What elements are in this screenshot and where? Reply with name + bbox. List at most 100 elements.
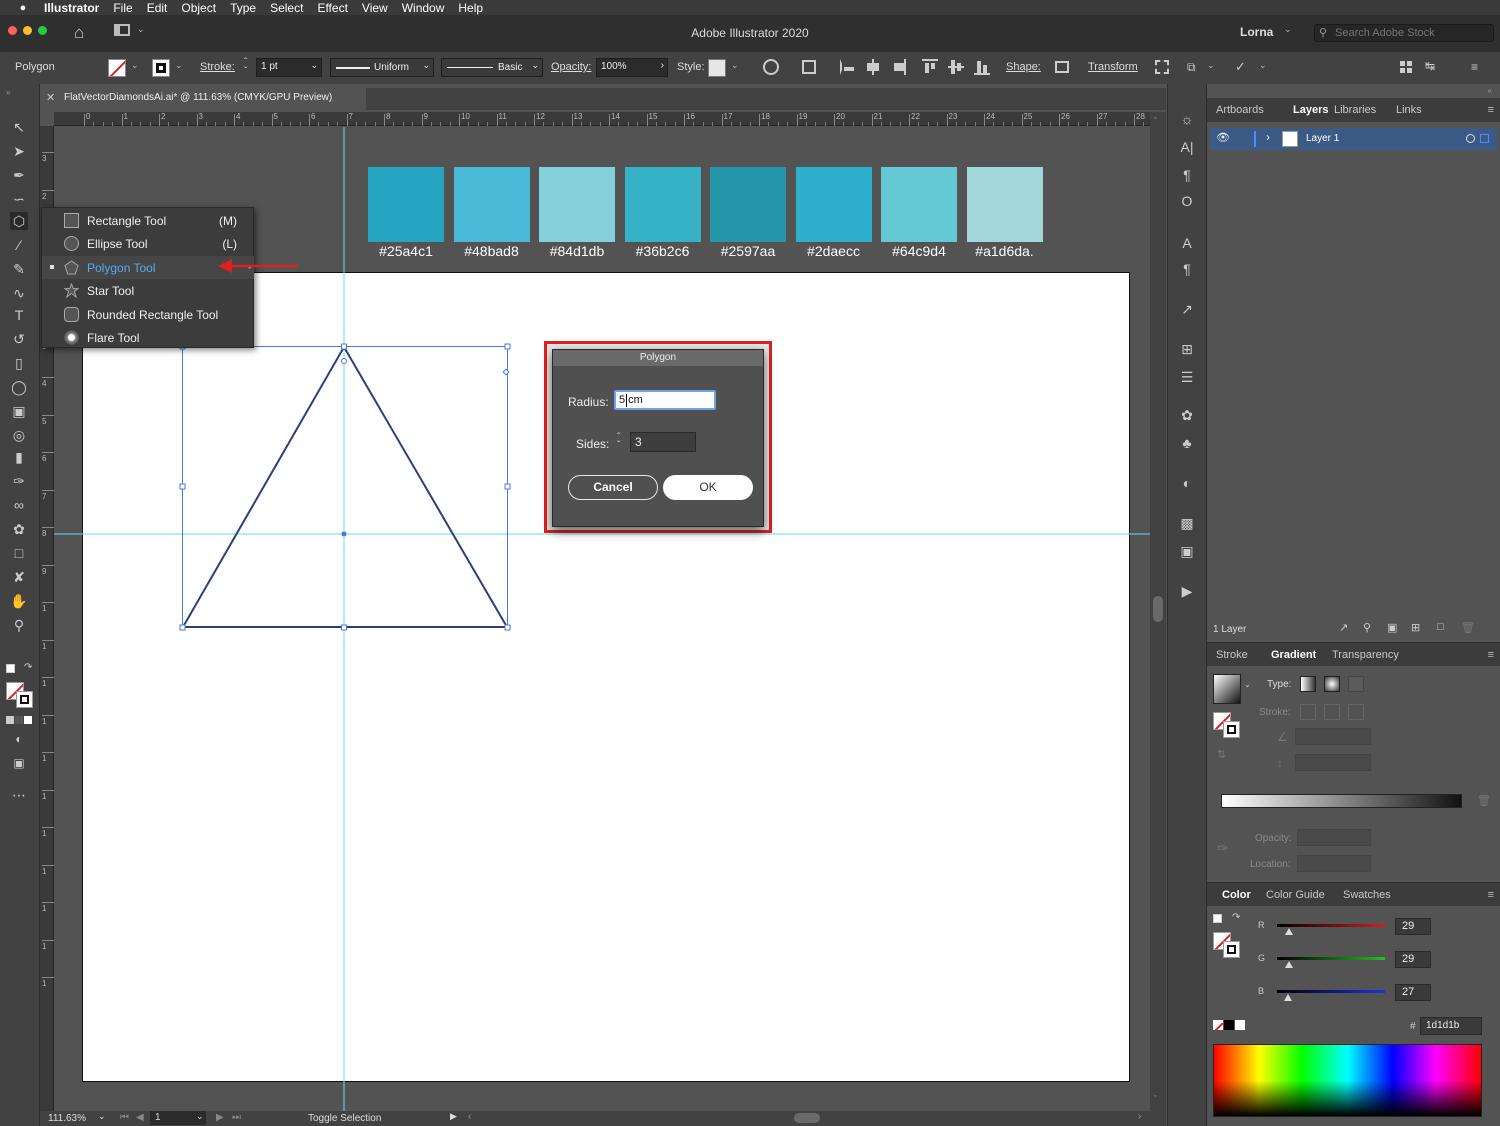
paragraph-styles-icon[interactable]: ¶ [1178,260,1196,278]
menu-edit[interactable]: Edit [147,1,168,15]
character-panel-icon[interactable]: A| [1178,138,1196,156]
shape-label[interactable]: Shape: [1006,61,1041,73]
lasso-tool-icon[interactable]: ◯ [10,378,28,396]
chevron-down-icon[interactable]: ⌄ [137,24,145,35]
last-artboard-icon[interactable]: ⏭ [232,1112,241,1123]
first-artboard-icon[interactable]: ⏮ [120,1112,129,1123]
tab-layers[interactable]: Layers [1293,104,1328,116]
tab-gradient[interactable]: Gradient [1271,649,1316,661]
appearance-panel-icon[interactable]: ☼ [1178,110,1196,128]
transform-label[interactable]: Transform [1088,61,1138,73]
close-icon[interactable]: ✕ [46,91,55,104]
tab-libraries[interactable]: Libraries [1334,104,1376,116]
stroke-weight-field[interactable]: 1 pt ⌄ [256,58,322,77]
eraser-tool-icon[interactable]: ▯ [10,354,28,372]
chevron-down-icon[interactable]: ⌄ [98,1111,106,1122]
apple-icon[interactable]: ● [16,2,30,14]
graphic-styles-icon[interactable]: ◐ [1178,474,1196,492]
horizontal-scroll-thumb[interactable] [794,1113,820,1123]
user-name[interactable]: Lorna [1240,25,1273,39]
opacity-label[interactable]: Opacity: [551,61,591,73]
draw-mode-icon[interactable]: ◐ [10,730,28,748]
chevron-down-icon[interactable]: ⌄ [131,60,139,71]
align-left-icon[interactable] [840,59,854,75]
minimize-window-button[interactable] [23,26,32,35]
selection-indicator[interactable] [1480,134,1489,143]
symbols-panel-icon[interactable]: ♣ [1178,434,1196,452]
shape-builder-tool-icon[interactable]: ◎ [10,426,28,444]
align-horizontal-center-icon[interactable] [866,59,880,75]
flyout-item-rounded-rectangle-tool[interactable]: Rounded Rectangle Tool [42,303,254,326]
chevron-down-icon[interactable]: ⌄ [731,60,739,71]
stroke-swatch[interactable] [1223,941,1240,958]
scroll-up-icon[interactable]: ˆ [1154,116,1157,126]
menu-help[interactable]: Help [458,1,483,15]
slider-thumb[interactable] [1285,928,1294,935]
recolor-artwork-icon[interactable] [763,59,779,75]
direct-selection-tool-icon[interactable]: ➤ [10,142,28,160]
black-swatch[interactable] [1224,1020,1234,1030]
chevron-down-icon[interactable]: ⌄ [175,60,183,71]
menu-effect[interactable]: Effect [317,1,347,15]
symbol-sprayer-tool-icon[interactable]: ✿ [10,520,28,538]
chevron-down-icon[interactable]: ⌄ [422,60,430,71]
eyedropper-tool-icon[interactable]: ✑ [10,472,28,490]
color-mode-icon[interactable] [6,716,32,724]
clipping-mask-icon[interactable]: ▣ [1387,621,1397,634]
align-to-icon[interactable] [802,60,816,74]
asset-export-icon[interactable]: ▣ [1178,542,1196,560]
brushes-panel-icon[interactable]: ✿ [1178,406,1196,424]
sides-input[interactable]: 3 [630,432,696,452]
opentype-panel-icon[interactable]: O [1178,192,1196,210]
ok-button[interactable]: OK [663,475,753,500]
panel-menu-icon[interactable]: ≡ [1471,60,1478,74]
paintbrush-tool-icon[interactable]: ✎ [10,260,28,278]
white-swatch[interactable] [1235,1020,1245,1030]
tab-color-guide[interactable]: Color Guide [1266,889,1325,901]
swap-fill-stroke-icon[interactable]: ↷ [24,662,32,673]
close-window-button[interactable] [8,26,17,35]
chevron-down-icon[interactable]: ⌄ [310,60,318,71]
menu-app-name[interactable]: Illustrator [44,1,99,15]
align-right-icon[interactable] [892,59,906,75]
pathfinder-icon[interactable]: ▩ [1178,514,1196,532]
selection-tool-icon[interactable]: ↖ [10,118,28,136]
chevron-right-icon[interactable]: › [661,60,664,71]
locate-object-icon[interactable]: ⚲ [1363,621,1371,634]
stroke-swatch[interactable] [1223,721,1240,738]
chevron-down-icon[interactable]: ⌄ [196,1111,204,1122]
arrange-documents-icon[interactable] [1400,61,1412,73]
export-icon[interactable]: ↗ [1178,300,1196,318]
menu-select[interactable]: Select [270,1,303,15]
hex-field[interactable]: 1d1d1b [1420,1017,1482,1035]
flyout-item-ellipse-tool[interactable]: Ellipse Tool (L) [42,232,254,255]
variable-width-profile-select[interactable]: Uniform ⌄ [330,58,434,77]
status-text[interactable]: Toggle Selection [308,1113,381,1124]
flyout-item-star-tool[interactable]: Star Tool [42,279,254,302]
align-top-icon[interactable] [922,59,938,73]
menu-file[interactable]: File [113,1,132,15]
prev-artboard-icon[interactable]: ◀ [136,1112,144,1123]
channel-slider[interactable] [1277,924,1385,927]
slice-tool-icon[interactable]: ✘ [10,568,28,586]
channel-slider[interactable] [1277,990,1385,993]
gradient-tool-icon[interactable]: ▣ [10,402,28,420]
column-graph-tool-icon[interactable]: ▮ [10,448,28,466]
swap-colors-icon[interactable]: ↷ [1232,912,1240,923]
layer-name[interactable]: Layer 1 [1306,133,1339,144]
none-swatch[interactable] [1213,1020,1223,1030]
hscroll-right-icon[interactable]: › [1138,1111,1141,1122]
new-sublayer-icon[interactable]: ⊞ [1411,621,1420,634]
panel-menu-icon[interactable]: ≡ [1488,104,1494,116]
delete-layer-icon[interactable]: 🗑 [1461,621,1475,634]
layer-row[interactable]: 👁 › Layer 1 [1210,128,1497,150]
hand-tool-icon[interactable]: ✋ [10,592,28,610]
chevron-down-icon[interactable]: ⌄ [1207,60,1215,71]
sides-stepper[interactable]: ˆˇ [617,433,620,451]
channel-value-field[interactable]: 29 [1395,918,1431,935]
flyout-item-flare-tool[interactable]: Flare Tool [42,326,254,349]
default-fill-stroke-icon[interactable] [6,664,15,673]
tab-artboards[interactable]: Artboards [1216,104,1264,116]
tab-color[interactable]: Color [1222,889,1251,901]
cancel-button[interactable]: Cancel [568,475,658,500]
